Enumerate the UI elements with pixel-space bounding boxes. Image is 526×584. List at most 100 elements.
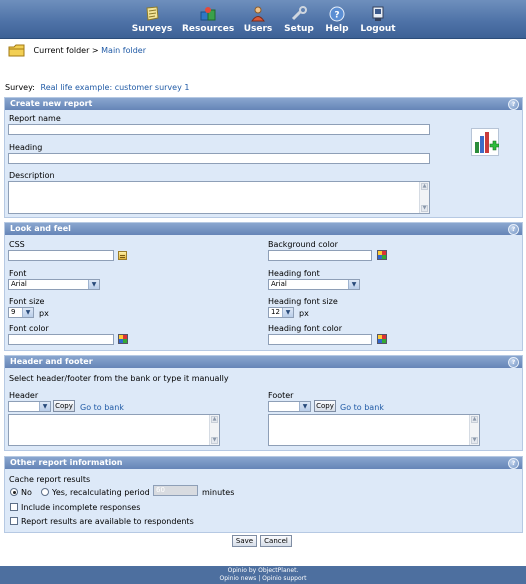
description-scrollbar[interactable]: ▲ ▼ (419, 182, 429, 213)
create-report-header: Create new report ? (5, 98, 522, 110)
breadcrumb: Current folder > Main folder (8, 44, 146, 60)
opinio-news-link[interactable]: Opinio news (220, 575, 257, 582)
font-size-unit: px (39, 309, 49, 318)
cache-yes-label: Yes, recalculating period (52, 488, 150, 497)
header-select[interactable]: ▼ (8, 401, 51, 412)
heading-label: Heading (9, 143, 43, 152)
nav-resources[interactable]: Resources (182, 0, 234, 38)
css-label: CSS (9, 240, 25, 249)
nav-setup[interactable]: Setup (284, 0, 314, 38)
footer-separator: | (258, 575, 261, 582)
include-incomplete-checkbox[interactable] (10, 503, 18, 511)
font-size-select[interactable]: 9 ▼ (8, 307, 34, 318)
survey-label: Survey: (5, 83, 35, 92)
chevron-down-icon: ▼ (39, 402, 50, 411)
nav-help[interactable]: ? Help (324, 0, 350, 38)
header-go-to-bank-link[interactable]: Go to bank (80, 403, 124, 412)
top-navigation-bar: Surveys Resources Users Setup ? Help Log… (0, 0, 526, 39)
nav-surveys[interactable]: Surveys (131, 0, 173, 38)
report-name-label: Report name (9, 114, 61, 123)
nav-users[interactable]: Users (242, 0, 274, 38)
css-input[interactable] (8, 250, 114, 261)
footer-credit: Opinio by ObjectPlanet. (227, 567, 299, 574)
look-and-feel-header: Look and feel ? (5, 223, 522, 235)
cancel-button[interactable]: Cancel (260, 535, 292, 547)
footer-go-to-bank-link[interactable]: Go to bank (340, 403, 384, 412)
other-info-title: Other report information (10, 458, 123, 467)
font-color-label: Font color (9, 324, 49, 333)
help-icon[interactable]: ? (508, 224, 519, 235)
recalc-period-input[interactable]: 60 (153, 485, 198, 496)
opinio-support-link[interactable]: Opinio support (262, 575, 306, 582)
heading-font-color-label: Heading font color (268, 324, 342, 333)
cache-no-radio[interactable] (10, 488, 18, 496)
heading-input[interactable] (8, 153, 430, 164)
header-scrollbar[interactable]: ▲ ▼ (209, 415, 219, 445)
resources-icon (200, 7, 216, 21)
create-report-title: Create new report (10, 99, 93, 108)
footer-select[interactable]: ▼ (268, 401, 311, 412)
other-info-panel: Other report information ? Cache report … (4, 456, 523, 533)
cache-yes-radio[interactable] (41, 488, 49, 496)
nav-logout[interactable]: Logout (360, 0, 396, 38)
save-button[interactable]: Save (232, 535, 257, 547)
footer-scrollbar[interactable]: ▲ ▼ (469, 415, 479, 445)
chevron-down-icon: ▼ (22, 308, 33, 317)
look-and-feel-title: Look and feel (10, 224, 71, 233)
help-icon: ? (329, 6, 345, 22)
chevron-down-icon: ▼ (88, 280, 99, 289)
setup-icon (291, 6, 307, 21)
other-info-header: Other report information ? (5, 457, 522, 469)
period-unit: minutes (202, 488, 235, 497)
font-select[interactable]: Arial ▼ (8, 279, 100, 290)
heading-font-size-select[interactable]: 12 ▼ (268, 307, 294, 318)
svg-text:?: ? (334, 11, 339, 21)
cache-label: Cache report results (9, 475, 91, 484)
help-icon[interactable]: ? (508, 99, 519, 110)
chevron-down-icon: ▼ (299, 402, 310, 411)
header-footer-panel: Header and footer ? Select header/footer… (4, 355, 523, 451)
users-icon (251, 6, 265, 22)
logout-icon (372, 6, 384, 21)
results-available-label: Report results are available to responde… (21, 517, 194, 526)
surveys-icon (146, 6, 159, 21)
heading-font-color-input[interactable] (268, 334, 372, 345)
header-footer-instructions: Select header/footer from the bank or ty… (9, 374, 229, 383)
header-textarea[interactable]: ▲ ▼ (8, 414, 220, 446)
heading-font-select[interactable]: Arial ▼ (268, 279, 360, 290)
footer-copy-button[interactable]: Copy (314, 400, 336, 412)
help-icon[interactable]: ? (508, 458, 519, 469)
survey-line: Survey: Real life example: customer surv… (5, 83, 189, 92)
header-copy-button[interactable]: Copy (53, 400, 75, 412)
header-footer-title: Header and footer (10, 357, 93, 366)
font-size-label: Font size (9, 297, 45, 306)
description-textarea[interactable]: ▲ ▼ (8, 181, 430, 214)
folder-icon (8, 44, 25, 57)
look-and-feel-panel: Look and feel ? CSS Font Arial ▼ Font si… (4, 222, 523, 351)
font-color-input[interactable] (8, 334, 114, 345)
cache-no-label: No (21, 488, 32, 497)
include-incomplete-label: Include incomplete responses (21, 503, 141, 512)
footer-label: Footer (268, 391, 294, 400)
color-picker-icon[interactable] (377, 334, 387, 344)
report-name-input[interactable] (8, 124, 430, 135)
footer-textarea[interactable]: ▲ ▼ (268, 414, 480, 446)
heading-font-label: Heading font (268, 269, 320, 278)
help-icon[interactable]: ? (508, 357, 519, 368)
breadcrumb-folder-link[interactable]: Main folder (101, 46, 146, 55)
breadcrumb-separator: > (91, 46, 99, 55)
footer-links: Opinio news | Opinio support (0, 575, 526, 583)
create-report-panel: Create new report ? Report name Heading … (4, 97, 523, 218)
heading-font-size-unit: px (299, 309, 309, 318)
breadcrumb-prefix: Current folder (33, 46, 90, 55)
color-picker-icon[interactable] (118, 334, 128, 344)
results-available-checkbox[interactable] (10, 517, 18, 525)
heading-font-size-label: Heading font size (268, 297, 338, 306)
css-browse-icon[interactable] (118, 251, 127, 260)
survey-link[interactable]: Real life example: customer survey 1 (41, 83, 190, 92)
color-picker-icon[interactable] (377, 250, 387, 260)
background-color-input[interactable] (268, 250, 372, 261)
chevron-down-icon: ▼ (282, 308, 293, 317)
report-chart-icon (471, 128, 499, 156)
description-label: Description (9, 171, 55, 180)
